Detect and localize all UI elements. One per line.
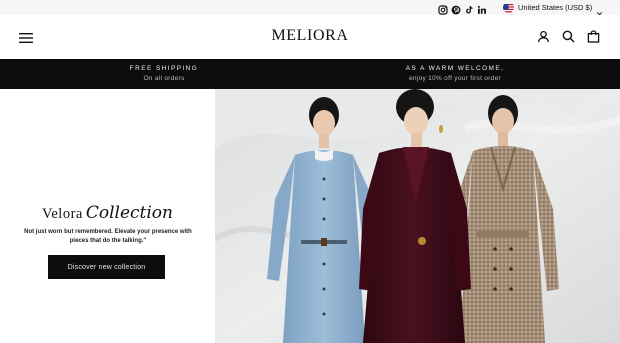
tiktok-icon[interactable] bbox=[464, 2, 474, 14]
social-links bbox=[438, 2, 487, 15]
announcement-bar: FREE SHIPPING On all orders AS A WARM WE… bbox=[0, 59, 620, 89]
collection-title-script: Collection bbox=[85, 203, 173, 223]
currency-label: United States (USD $) bbox=[518, 3, 593, 12]
announcement-title: FREE SHIPPING bbox=[129, 65, 199, 72]
us-flag-icon bbox=[503, 2, 514, 13]
collection-title: Velora Collection bbox=[0, 203, 215, 223]
announcement-title: AS A WARM WELCOME, bbox=[405, 65, 505, 72]
pinterest-icon[interactable] bbox=[451, 2, 461, 15]
search-icon[interactable] bbox=[562, 30, 575, 43]
announcement-subtitle: On all orders bbox=[143, 75, 185, 82]
collection-title-word: Velora bbox=[42, 206, 83, 222]
account-icon[interactable] bbox=[537, 30, 550, 43]
announcement-welcome-offer[interactable]: AS A WARM WELCOME, enjoy 10% off your fi… bbox=[355, 65, 555, 82]
instagram-icon[interactable] bbox=[438, 2, 448, 15]
currency-selector[interactable]: United States (USD $) bbox=[503, 1, 603, 16]
chevron-down-icon bbox=[596, 4, 603, 16]
top-utility-bar: United States (USD $) bbox=[0, 0, 620, 16]
site-header: MELIORA bbox=[0, 15, 620, 59]
announcement-free-shipping[interactable]: FREE SHIPPING On all orders bbox=[64, 65, 264, 82]
collection-tagline: Not just worn but remembered. Elevate yo… bbox=[24, 229, 192, 244]
linkedin-icon[interactable] bbox=[477, 2, 487, 14]
hero-text-panel: Velora Collection Not just worn but remem… bbox=[0, 89, 215, 343]
discover-collection-button[interactable]: Discover new collection bbox=[48, 255, 165, 279]
site-logo[interactable]: MELIORA bbox=[0, 27, 620, 45]
cart-icon[interactable] bbox=[587, 30, 600, 43]
hero-image[interactable] bbox=[215, 89, 620, 343]
announcement-subtitle: enjoy 10% off your first order bbox=[409, 75, 501, 82]
